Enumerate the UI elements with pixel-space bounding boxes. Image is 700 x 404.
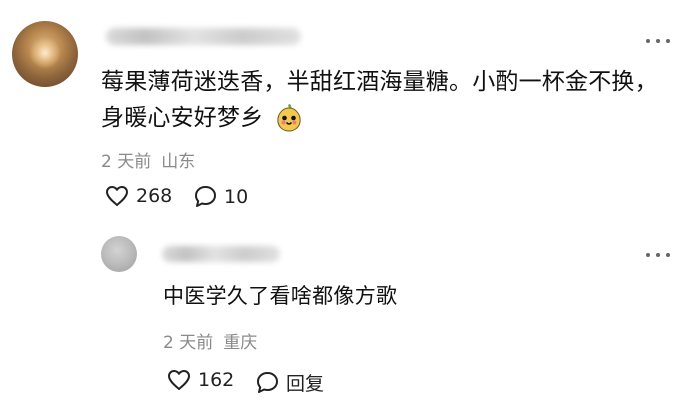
comment-time: 2 天前 (101, 152, 152, 172)
reply-like-button[interactable]: 162 (167, 369, 234, 391)
reply-avatar[interactable] (101, 236, 137, 272)
reply-time: 2 天前 (163, 333, 214, 353)
comment-text: 莓果薄荷迷迭香，半甜红酒海量糖。小酌一杯金不换，身暖心安好梦乡 (101, 64, 676, 136)
reply-button[interactable]: 回复 (256, 369, 324, 396)
comment-count: 10 (224, 185, 249, 208)
comment-bubble-icon (257, 372, 278, 393)
comment-bubble-icon (195, 186, 216, 207)
more-options-icon[interactable] (646, 37, 670, 45)
comment-meta: 2 天前 山东 (101, 147, 195, 172)
like-count: 268 (136, 185, 173, 207)
reply-more-options-icon[interactable] (646, 251, 670, 259)
comment-text-content: 莓果薄荷迷迭香，半甜红酒海量糖。小酌一杯金不换，身暖心安好梦乡 (101, 69, 658, 131)
avatar[interactable] (12, 21, 78, 87)
reply-label: 回复 (286, 373, 325, 395)
pear-face-emoji-icon (277, 104, 301, 132)
reply-location: 重庆 (223, 333, 258, 353)
comment-button[interactable]: 10 (194, 185, 248, 208)
heart-icon (106, 186, 128, 206)
comment-location: 山东 (161, 152, 196, 172)
reply-like-count: 162 (198, 369, 235, 391)
reply-text: 中医学久了看啥都像方歌 (163, 284, 398, 308)
like-button[interactable]: 268 (105, 185, 172, 207)
heart-icon (168, 370, 190, 390)
reply-username-redacted[interactable] (162, 246, 280, 262)
username-redacted[interactable] (106, 28, 301, 45)
reply-meta: 2 天前 重庆 (163, 328, 257, 353)
